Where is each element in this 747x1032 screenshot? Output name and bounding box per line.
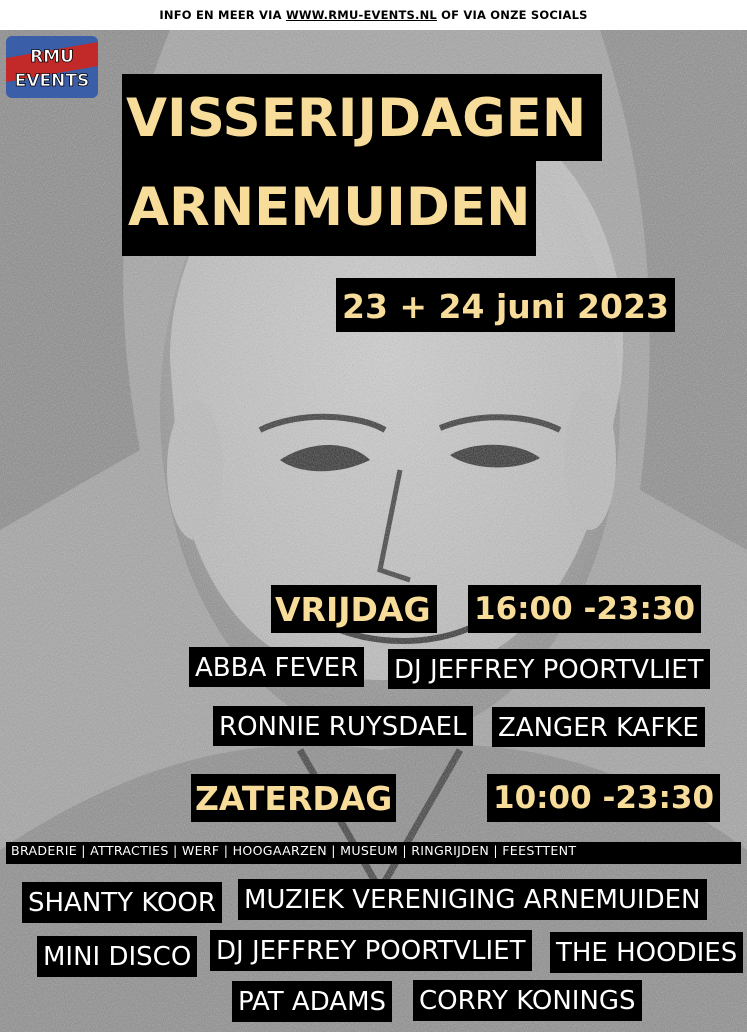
rmu-events-logo: RMU EVENTS <box>6 36 98 98</box>
friday-act-zanger-kafke: ZANGER KAFKE <box>492 707 705 747</box>
saturday-time: 10:00 -23:30 <box>487 774 721 822</box>
saturday-act-muziek-vereniging: MUZIEK VERENIGING ARNEMUIDEN <box>238 879 707 920</box>
title-line-2: ARNEMUIDEN <box>122 161 537 256</box>
friday-act-dj-jeffrey-poortvliet: DJ JEFFREY POORTVLIET <box>388 649 710 689</box>
title-line-1: VISSERIJDAGEN <box>122 74 603 161</box>
top-info-bar: INFO EN MEER VIA WWW.RMU-EVENTS.NL OF VI… <box>0 0 747 30</box>
saturday-act-the-hoodies: THE HOODIES <box>550 932 744 973</box>
info-suffix: OF VIA ONZE SOCIALS <box>441 8 588 22</box>
svg-text:RMU: RMU <box>30 47 74 67</box>
saturday-act-pat-adams: PAT ADAMS <box>232 981 393 1022</box>
saturday-act-corry-konings: CORRY KONINGS <box>413 980 642 1021</box>
friday-act-ronnie-ruysdael: RONNIE RUYSDAEL <box>213 706 473 746</box>
website-link[interactable]: WWW.RMU-EVENTS.NL <box>286 8 437 22</box>
saturday-act-dj-jeffrey-poortvliet: DJ JEFFREY POORTVLIET <box>210 930 532 971</box>
friday-time: 16:00 -23:30 <box>468 585 702 633</box>
saturday-act-mini-disco: MINI DISCO <box>37 936 198 977</box>
svg-text:EVENTS: EVENTS <box>15 71 89 91</box>
saturday-act-shanty-koor: SHANTY KOOR <box>22 882 222 923</box>
info-prefix: INFO EN MEER VIA <box>159 8 282 22</box>
saturday-day-label: ZATERDAG <box>191 774 397 822</box>
saturday-activities-list: BRADERIE | ATTRACTIES | WERF | HOOGAARZE… <box>6 842 741 864</box>
event-date: 23 + 24 juni 2023 <box>336 278 675 332</box>
friday-act-abba-fever: ABBA FEVER <box>189 647 365 687</box>
friday-day-label: VRIJDAG <box>271 585 437 633</box>
